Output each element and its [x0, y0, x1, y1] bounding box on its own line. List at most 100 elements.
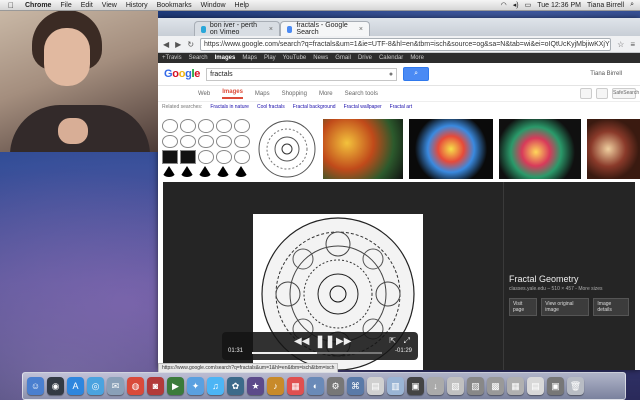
- fullscreen-icon[interactable]: ⤢: [404, 336, 410, 346]
- folder-icon[interactable]: ▥: [387, 377, 404, 395]
- menu-edit[interactable]: Edit: [81, 2, 93, 9]
- photobooth-icon[interactable]: ◙: [147, 377, 164, 395]
- itunes-icon[interactable]: ♫: [207, 377, 224, 395]
- clock[interactable]: Tue 12:36 PM: [537, 2, 581, 9]
- stack-icon-4[interactable]: ▦: [507, 377, 524, 395]
- stack-icon-5[interactable]: ▤: [527, 377, 544, 395]
- menu-user[interactable]: Tiana Birrell: [587, 2, 624, 9]
- volume-icon[interactable]: ◂): [513, 1, 519, 9]
- gbar-item[interactable]: Calendar: [379, 55, 403, 61]
- gbar-item[interactable]: Search: [189, 55, 208, 61]
- battery-icon[interactable]: ▭: [525, 1, 532, 9]
- stack-icon[interactable]: ▧: [447, 377, 464, 395]
- stack-icon-6[interactable]: ▣: [547, 377, 564, 395]
- share-icon[interactable]: ⇱: [389, 336, 396, 345]
- wifi-icon[interactable]: ◠: [501, 1, 507, 9]
- gbar-item[interactable]: News: [313, 55, 328, 61]
- visit-page-button[interactable]: Visit page: [509, 298, 538, 316]
- nav-web[interactable]: Web: [198, 91, 210, 97]
- utilities-icon[interactable]: ⌘: [347, 377, 364, 395]
- spotlight-icon[interactable]: ⌕: [630, 1, 634, 9]
- related-link[interactable]: Cool fractals: [257, 104, 285, 110]
- menu-icon[interactable]: ≡: [630, 40, 635, 49]
- nav-search-tools[interactable]: Search tools: [345, 91, 378, 97]
- view-original-button[interactable]: View original image: [541, 298, 590, 316]
- menu-chrome[interactable]: Chrome: [25, 2, 51, 9]
- back-icon[interactable]: ◀: [163, 40, 169, 49]
- nav-more[interactable]: More: [319, 91, 333, 97]
- address-bar[interactable]: https://www.google.com/search?q=fractals…: [200, 37, 612, 51]
- image-details-button[interactable]: Image details: [593, 298, 629, 316]
- rewind-icon[interactable]: ◀◀: [294, 336, 309, 347]
- menu-bookmarks[interactable]: Bookmarks: [157, 2, 192, 9]
- mail-icon[interactable]: ✉: [107, 377, 124, 395]
- tab-google-search[interactable]: fractals - Google Search ×: [280, 21, 370, 36]
- image-result-fractal-rainbow[interactable]: [409, 119, 493, 179]
- dashboard-icon[interactable]: ◉: [47, 377, 64, 395]
- preview-buttons: Visit page View original image Image det…: [509, 298, 629, 316]
- image-result-fractal-geometry[interactable]: [256, 119, 318, 179]
- stack-icon-3[interactable]: ▩: [487, 377, 504, 395]
- tab-vimeo[interactable]: bon iver - perth on Vimeo ×: [194, 21, 280, 36]
- calendar-icon[interactable]: ▦: [287, 377, 304, 395]
- preview-icon[interactable]: ◐: [307, 377, 324, 395]
- nav-shopping[interactable]: Shopping: [282, 91, 307, 97]
- image-result-fractal-colorful[interactable]: [323, 119, 403, 179]
- screenshot-icon[interactable]: ▣: [407, 377, 424, 395]
- star-icon[interactable]: ☆: [617, 40, 624, 49]
- trash-icon[interactable]: 🗑: [567, 377, 584, 395]
- system-prefs-icon[interactable]: ⚙: [327, 377, 344, 395]
- gbar-item[interactable]: Drive: [358, 55, 372, 61]
- forward-icon[interactable]: ▶: [175, 40, 181, 49]
- documents-icon[interactable]: ▤: [367, 377, 384, 395]
- related-link[interactable]: Fractal wallpaper: [344, 104, 382, 110]
- search-input[interactable]: fractals ●: [206, 67, 398, 81]
- close-icon[interactable]: ×: [359, 26, 363, 33]
- image-result-fractal-purple[interactable]: [587, 119, 640, 179]
- gbar-item[interactable]: Gmail: [335, 55, 351, 61]
- related-link[interactable]: Fractals in nature: [210, 104, 249, 110]
- gbar-item[interactable]: More: [410, 55, 424, 61]
- chrome-icon[interactable]: ◍: [127, 377, 144, 395]
- account-name[interactable]: Tiana Birrell: [590, 71, 622, 77]
- safari-icon[interactable]: ◎: [87, 377, 104, 395]
- apple-icon[interactable]: : [6, 1, 16, 10]
- garageband-icon[interactable]: ♪: [267, 377, 284, 395]
- messages-icon[interactable]: ✦: [187, 377, 204, 395]
- menu-help[interactable]: Help: [235, 2, 249, 9]
- gbar-item[interactable]: Play: [264, 55, 276, 61]
- stack-icon-2[interactable]: ▨: [467, 377, 484, 395]
- downloads-icon[interactable]: ↓: [427, 377, 444, 395]
- gear-icon[interactable]: [596, 88, 608, 99]
- imovie-icon[interactable]: ★: [247, 377, 264, 395]
- menu-view[interactable]: View: [102, 2, 117, 9]
- finder-icon[interactable]: ☺: [27, 377, 44, 395]
- search-button[interactable]: ⌕: [403, 67, 430, 81]
- gbar-item-images[interactable]: Images: [215, 55, 236, 61]
- menu-history[interactable]: History: [126, 2, 148, 9]
- nav-images[interactable]: Images: [222, 89, 243, 99]
- facetime-icon[interactable]: ▶: [167, 377, 184, 395]
- gbar-item[interactable]: +Travis: [162, 55, 182, 61]
- iphoto-icon[interactable]: ✿: [227, 377, 244, 395]
- safesearch-button[interactable]: SafeSearch: [612, 88, 639, 99]
- image-result-fractal-swirl[interactable]: [499, 119, 581, 179]
- menu-file[interactable]: File: [60, 2, 71, 9]
- related-link[interactable]: Fractal background: [293, 104, 336, 110]
- google-logo[interactable]: Google: [164, 68, 200, 80]
- preview-title[interactable]: Fractal Geometry: [509, 274, 629, 284]
- close-icon[interactable]: ×: [269, 26, 273, 33]
- image-result-sierpinski[interactable]: [162, 119, 250, 179]
- related-link[interactable]: Fractal art: [390, 104, 413, 110]
- app-store-icon[interactable]: A: [67, 377, 84, 395]
- reload-icon[interactable]: ↻: [187, 40, 194, 49]
- seek-bar[interactable]: [252, 352, 382, 354]
- grid-view-icon[interactable]: [580, 88, 592, 99]
- fast-forward-icon[interactable]: ▶▶: [336, 336, 351, 347]
- mic-icon[interactable]: ●: [389, 69, 393, 80]
- gbar-item[interactable]: Maps: [242, 55, 257, 61]
- nav-maps[interactable]: Maps: [255, 91, 270, 97]
- gbar-item[interactable]: YouTube: [283, 55, 307, 61]
- pause-icon[interactable]: ❚❚: [315, 334, 335, 348]
- menu-window[interactable]: Window: [201, 2, 226, 9]
